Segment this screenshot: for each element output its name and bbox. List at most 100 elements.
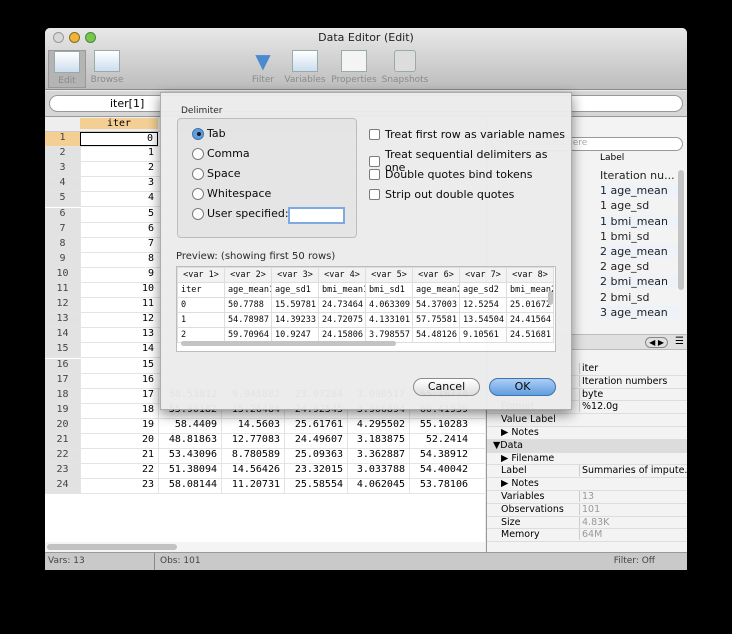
table-row[interactable]: 20 19 58.4409 14.5603 25.61761 4.295502 55.102… <box>45 418 485 434</box>
cell-iter[interactable]: 0 <box>80 132 158 147</box>
variable-label-item[interactable]: 3 age_mean <box>600 305 680 319</box>
scroll-thumb[interactable] <box>47 544 177 550</box>
cell-value[interactable]: 58.4409 <box>158 418 221 433</box>
cell-value[interactable]: 55.10283 <box>409 418 472 433</box>
cell-iter[interactable]: 8 <box>80 252 158 267</box>
checkbox-option[interactable]: Double quotes bind tokens <box>369 168 532 181</box>
checkbox[interactable] <box>369 169 380 180</box>
variable-label-item[interactable]: 1 age_sd <box>600 199 680 212</box>
row-number[interactable]: 10 <box>45 267 80 282</box>
cell-value[interactable]: 14.56426 <box>221 464 284 479</box>
radio-space[interactable]: Space <box>192 167 241 180</box>
variable-label-item[interactable]: 2 age_mean <box>600 245 680 258</box>
cell-iter[interactable]: 4 <box>80 192 158 207</box>
row-number[interactable]: 22 <box>45 449 80 464</box>
checkbox-option[interactable]: Strip out double quotes <box>369 188 514 201</box>
radio-user-specified[interactable]: User specified: <box>192 207 289 220</box>
cell-value[interactable]: 4.295502 <box>347 418 409 433</box>
checkbox[interactable] <box>369 155 380 167</box>
property-row[interactable]: Size 4.83K <box>487 516 687 530</box>
cell-value[interactable]: 12.77083 <box>221 434 284 449</box>
variable-label-item[interactable]: 1 age_mean <box>600 184 680 198</box>
row-number[interactable]: 4 <box>45 177 80 192</box>
variable-label-item[interactable]: 1 bmi_mean <box>600 214 680 228</box>
radio-tab[interactable]: Tab <box>192 127 226 140</box>
cell-value[interactable]: 25.09363 <box>284 449 347 464</box>
cell-iter[interactable]: 20 <box>80 434 158 449</box>
row-number[interactable]: 23 <box>45 464 80 479</box>
row-number[interactable]: 12 <box>45 298 80 313</box>
cell-iter[interactable]: 5 <box>80 207 158 222</box>
section-header[interactable]: ▼Data <box>493 440 523 451</box>
property-row[interactable]: Label Summaries of impute... <box>487 465 687 479</box>
column-header-iter[interactable]: iter <box>80 118 158 129</box>
checkbox[interactable] <box>369 189 380 200</box>
cell-value[interactable]: 11.20731 <box>221 479 284 494</box>
row-number[interactable]: 21 <box>45 434 80 449</box>
property-row[interactable]: Variables 13 <box>487 491 687 504</box>
cancel-button[interactable]: Cancel <box>413 378 480 396</box>
cell-iter[interactable]: 9 <box>80 267 158 282</box>
cell-value[interactable]: 8.780589 <box>221 449 284 464</box>
row-number[interactable]: 16 <box>45 358 80 373</box>
row-number[interactable]: 2 <box>45 147 80 162</box>
row-number[interactable]: 17 <box>45 373 80 388</box>
cell-value[interactable]: 3.183875 <box>347 434 409 449</box>
variable-label-item[interactable]: Iteration nu... <box>600 169 680 182</box>
cell-value[interactable]: 58.08144 <box>158 479 221 494</box>
table-row[interactable]: 21 20 48.81863 12.77083 24.49607 3.183875 52.2… <box>45 434 485 450</box>
cell-value[interactable]: 23.32015 <box>284 464 347 479</box>
property-row[interactable]: Observations 101 <box>487 503 687 517</box>
row-number[interactable]: 1 <box>45 132 80 147</box>
cell-value[interactable]: 24.49607 <box>284 434 347 449</box>
cell-value[interactable]: 3.033788 <box>347 464 409 479</box>
prev-next-variable-arrows[interactable]: ◀ ▶ <box>645 337 668 348</box>
cell-iter[interactable]: 7 <box>80 237 158 252</box>
cell-iter[interactable]: 10 <box>80 283 158 298</box>
property-row[interactable]: Memory 64M <box>487 529 687 543</box>
table-row[interactable]: 24 23 58.08144 11.20731 25.58554 4.062045 53.7… <box>45 479 485 495</box>
checkbox-option[interactable]: Treat first row as variable names <box>369 128 565 141</box>
cell-iter[interactable]: 23 <box>80 479 158 494</box>
cell-iter[interactable]: 19 <box>80 418 158 433</box>
radio-button-icon[interactable] <box>192 187 204 200</box>
cell-iter[interactable]: 12 <box>80 313 158 328</box>
row-number[interactable]: 24 <box>45 479 80 494</box>
browse-mode-button[interactable]: Browse <box>87 50 127 85</box>
cell-iter[interactable]: 16 <box>80 373 158 388</box>
row-number[interactable]: 11 <box>45 283 80 298</box>
row-number[interactable]: 6 <box>45 207 80 222</box>
radio-button-icon[interactable] <box>192 207 204 220</box>
edit-mode-button[interactable]: Edit <box>48 50 86 88</box>
property-row[interactable]: ▼Data <box>487 439 687 453</box>
variable-label-item[interactable]: 1 bmi_sd <box>600 230 680 243</box>
menu-icon[interactable]: ☰ <box>675 336 684 347</box>
row-number[interactable]: 20 <box>45 418 80 433</box>
cell-value[interactable]: 53.43096 <box>158 449 221 464</box>
properties-button[interactable]: Properties <box>330 50 378 85</box>
cell-value[interactable]: 25.61761 <box>284 418 347 433</box>
cell-value[interactable]: 51.38094 <box>158 464 221 479</box>
cell-iter[interactable]: 22 <box>80 464 158 479</box>
cell-iter[interactable]: 17 <box>80 388 158 403</box>
radio-comma[interactable]: Comma <box>192 147 250 160</box>
cell-value[interactable]: 53.78106 <box>409 479 472 494</box>
cell-iter[interactable]: 6 <box>80 222 158 237</box>
property-row[interactable]: ▶ Filename <box>487 453 687 466</box>
variables-button[interactable]: Variables <box>283 50 327 85</box>
cell-iter[interactable]: 1 <box>80 147 158 162</box>
cell-iter[interactable]: 14 <box>80 343 158 358</box>
row-number[interactable]: 7 <box>45 222 80 237</box>
preview-vertical-scrollbar[interactable] <box>548 291 553 305</box>
row-number[interactable]: 14 <box>45 328 80 343</box>
row-number[interactable]: 15 <box>45 343 80 358</box>
cell-iter[interactable]: 13 <box>80 328 158 343</box>
cell-iter[interactable]: 3 <box>80 177 158 192</box>
snapshots-button[interactable]: Snapshots <box>381 50 429 85</box>
property-row[interactable]: Value Label <box>487 414 687 427</box>
row-number[interactable]: 5 <box>45 192 80 207</box>
cell-iter[interactable]: 2 <box>80 162 158 177</box>
property-row[interactable]: ▶ Notes <box>487 478 687 491</box>
radio-button-icon[interactable] <box>192 167 204 180</box>
cell-iter[interactable]: 21 <box>80 449 158 464</box>
